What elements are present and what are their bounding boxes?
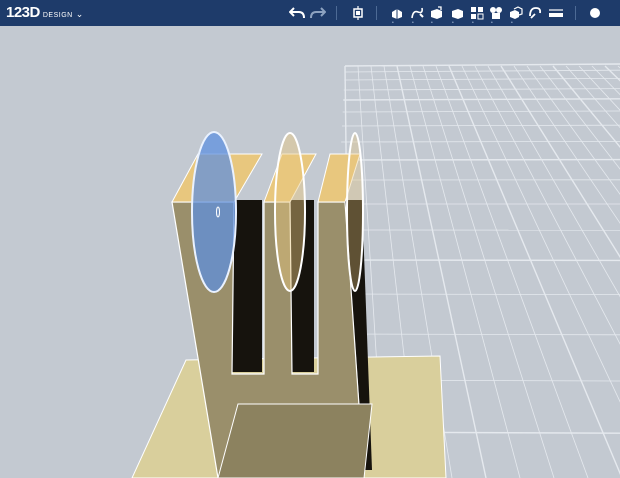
app-menu-button[interactable]: 123D DESIGN ⌄ — [6, 4, 83, 21]
undo-button[interactable] — [288, 3, 306, 23]
material-button[interactable] — [587, 3, 603, 23]
disc-selected[interactable] — [191, 131, 237, 293]
3d-viewport[interactable] — [0, 26, 620, 478]
material-icon — [590, 8, 600, 18]
redo-button[interactable] — [309, 3, 327, 23]
disc-right[interactable] — [346, 132, 364, 292]
undo-icon — [289, 7, 305, 19]
toolbar-separator — [575, 6, 576, 20]
chevron-down-icon: ⌄ — [75, 9, 84, 19]
logo-sub: DESIGN — [42, 12, 73, 19]
grouping-icon — [490, 7, 502, 19]
logo-main: 123D — [6, 4, 40, 21]
modify-icon — [452, 9, 463, 19]
combine-icon — [510, 6, 523, 19]
top-toolbar: 123D DESIGN ⌄ • • • • • • • — [0, 0, 620, 26]
primitives-icon — [392, 9, 402, 19]
construct-icon — [431, 6, 442, 19]
toolbar-separator — [376, 6, 377, 20]
snap-icon — [529, 7, 542, 19]
disc-middle[interactable] — [274, 132, 306, 292]
pattern-icon — [471, 7, 484, 20]
measure-icon — [549, 9, 563, 17]
snap-button[interactable] — [527, 3, 543, 23]
transform-button[interactable] — [350, 3, 366, 23]
toolbar-separator — [336, 6, 337, 20]
redo-icon — [310, 7, 326, 19]
measure-button[interactable] — [547, 3, 565, 23]
sketch-icon — [411, 7, 424, 19]
transform-icon — [353, 6, 363, 20]
